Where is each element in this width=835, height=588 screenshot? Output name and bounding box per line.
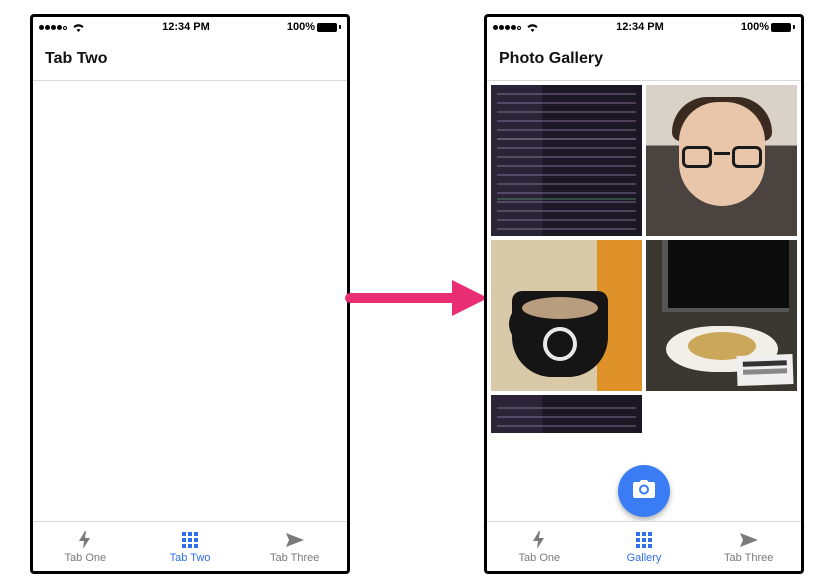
battery-percent: 100% xyxy=(287,21,315,33)
status-bar: 12:34 PM 100% xyxy=(33,17,347,37)
photo-thumbnail[interactable] xyxy=(491,85,642,236)
phone-before: 12:34 PM 100% Tab Two Tab One T xyxy=(30,14,350,574)
gallery-content[interactable] xyxy=(487,81,801,521)
photo-thumbnail[interactable] xyxy=(491,395,642,433)
tab-label: Gallery xyxy=(627,552,662,564)
page-title: Tab Two xyxy=(45,50,108,68)
tab-bar: Tab One Tab Two Tab Three xyxy=(33,521,347,571)
tab-label: Tab Three xyxy=(724,552,773,564)
tab-two[interactable]: Tab Two xyxy=(138,522,243,571)
page-title: Photo Gallery xyxy=(499,50,603,68)
bolt-icon xyxy=(78,530,92,550)
tab-gallery[interactable]: Gallery xyxy=(592,522,697,571)
tab-one[interactable]: Tab One xyxy=(487,522,592,571)
battery-icon xyxy=(317,23,337,32)
tab-label: Tab Three xyxy=(270,552,319,564)
tab-label: Tab One xyxy=(519,552,561,564)
tab-label: Tab Two xyxy=(170,552,211,564)
tab-label: Tab One xyxy=(65,552,107,564)
send-icon xyxy=(740,530,758,550)
phone-after: 12:34 PM 100% Photo Gallery xyxy=(484,14,804,574)
battery-icon xyxy=(771,23,791,32)
photo-thumbnail[interactable] xyxy=(491,240,642,391)
wifi-icon xyxy=(72,23,85,32)
photo-thumbnail[interactable] xyxy=(646,85,797,236)
grid-icon xyxy=(636,530,652,550)
wifi-icon xyxy=(526,23,539,32)
signal-dots-icon xyxy=(493,21,522,33)
battery-percent: 100% xyxy=(741,21,769,33)
status-time: 12:34 PM xyxy=(616,21,664,33)
camera-icon xyxy=(633,480,655,503)
photo-thumbnail[interactable] xyxy=(646,240,797,391)
grid-icon xyxy=(182,530,198,550)
tab-one[interactable]: Tab One xyxy=(33,522,138,571)
send-icon xyxy=(286,530,304,550)
status-bar: 12:34 PM 100% xyxy=(487,17,801,37)
page-header: Tab Two xyxy=(33,37,347,81)
camera-fab-button[interactable] xyxy=(618,465,670,517)
page-header: Photo Gallery xyxy=(487,37,801,81)
tab-three[interactable]: Tab Three xyxy=(696,522,801,571)
bolt-icon xyxy=(532,530,546,550)
tab-three[interactable]: Tab Three xyxy=(242,522,347,571)
signal-dots-icon xyxy=(39,21,68,33)
transition-arrow-icon xyxy=(348,278,488,318)
status-time: 12:34 PM xyxy=(162,21,210,33)
tab-bar: Tab One Gallery Tab Three xyxy=(487,521,801,571)
content-area-empty xyxy=(33,81,347,521)
